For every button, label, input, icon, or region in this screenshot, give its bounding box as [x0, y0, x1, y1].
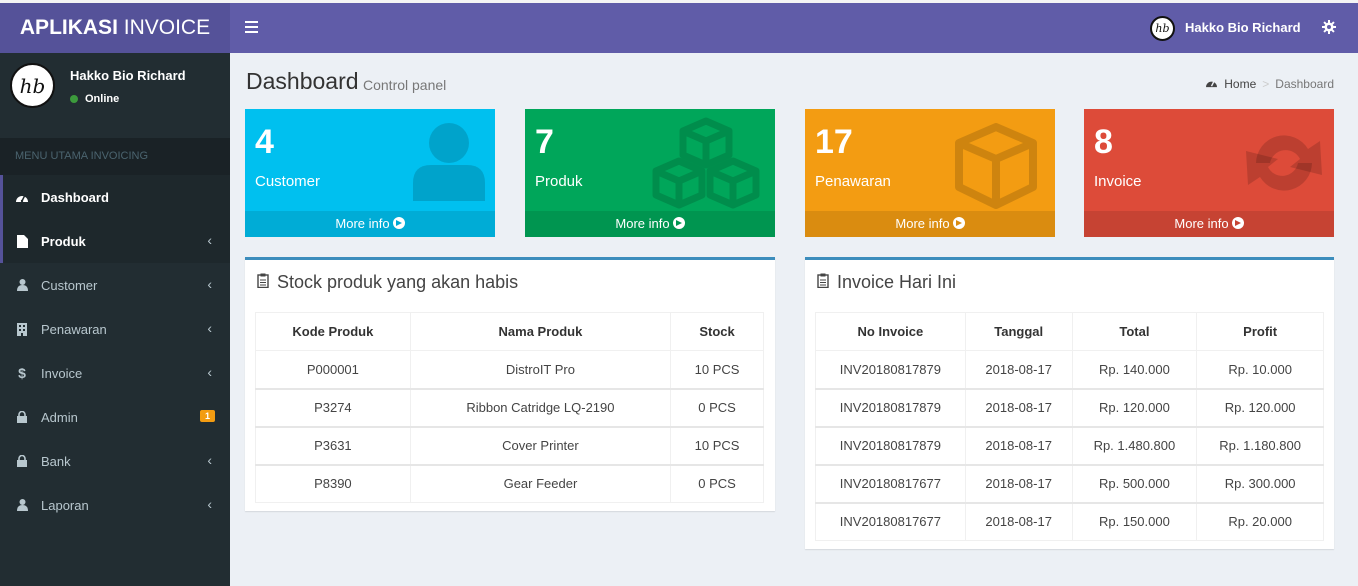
chevron-left-icon: ‹	[207, 232, 212, 248]
table-header[interactable]: No Invoice	[815, 312, 966, 351]
stat-box-invoice: 8 Invoice More info	[1084, 109, 1334, 237]
invoice-panel: Invoice Hari Ini No Invoice Tanggal Tota…	[805, 257, 1334, 549]
sidebar-item-produk[interactable]: Produk ‹	[0, 219, 230, 263]
sidebar-item-laporan[interactable]: Laporan ‹	[0, 483, 230, 527]
more-info-link[interactable]: More info	[245, 211, 495, 237]
table-row: INV20180817677 2018-08-17 Rp. 150.000 Rp. 2…	[815, 501, 1324, 541]
sidebar-item-admin[interactable]: Admin 1	[0, 395, 230, 439]
table-row: INV20180817879 2018-08-17 Rp. 140.000 Rp. 1…	[815, 350, 1324, 389]
clipboard-icon	[817, 272, 829, 293]
breadcrumb-home[interactable]: Home	[1224, 77, 1256, 91]
arrow-circle-right-icon	[1231, 217, 1244, 229]
dashboard-icon	[3, 191, 41, 203]
arrow-circle-right-icon	[392, 217, 405, 229]
table-row: P3631 Cover Printer 10 PCS	[255, 425, 764, 465]
chevron-left-icon: ‹	[207, 276, 212, 292]
file-icon	[3, 234, 41, 248]
stock-panel: Stock produk yang akan habis Kode Produk…	[245, 257, 775, 511]
sidebar-item-dashboard[interactable]: Dashboard	[0, 175, 230, 219]
arrow-circle-right-icon	[672, 217, 685, 229]
user-icon	[3, 499, 41, 511]
table-header[interactable]: Stock	[670, 312, 764, 351]
online-dot-icon	[70, 95, 78, 103]
user-name: Hakko Bio Richard	[70, 68, 186, 83]
breadcrumb: Home > Dashboard	[1205, 77, 1334, 91]
more-info-link[interactable]: More info	[525, 211, 775, 237]
sidebar-item-bank[interactable]: Bank ‹	[0, 439, 230, 483]
more-info-link[interactable]: More info	[805, 211, 1055, 237]
cubes-icon	[651, 117, 761, 212]
table-header[interactable]: Nama Produk	[409, 312, 672, 351]
stat-value: 8	[1094, 123, 1113, 161]
chevron-left-icon: ‹	[207, 364, 212, 380]
table-row: P000001 DistroIT Pro 10 PCS	[255, 350, 764, 389]
user-icon	[413, 121, 485, 204]
table-row: INV20180817677 2018-08-17 Rp. 500.000 Rp. 3…	[815, 463, 1324, 503]
page-title: Dashboard	[246, 68, 359, 94]
panel-title: Invoice Hari Ini	[817, 272, 956, 293]
page-subtitle: Control panel	[363, 77, 447, 93]
app-logo[interactable]: APLIKASI INVOICE	[0, 3, 230, 53]
user-panel: hb Hakko Bio Richard Online	[0, 53, 230, 138]
stat-label: Customer	[255, 173, 321, 190]
arrow-circle-right-icon	[952, 217, 965, 229]
invoice-table: No Invoice Tanggal Total Profit INV20180…	[815, 312, 1324, 541]
clipboard-icon	[257, 272, 269, 293]
table-row: INV20180817879 2018-08-17 Rp. 1.480.800 Rp.…	[815, 425, 1324, 465]
table-header[interactable]: Kode Produk	[255, 312, 411, 351]
stat-label: Penawaran	[815, 173, 891, 190]
stat-value: 17	[815, 123, 853, 161]
cube-icon	[955, 123, 1037, 212]
menu-header: MENU UTAMA INVOICING	[0, 138, 230, 175]
admin-badge: 1	[199, 410, 215, 422]
refresh-icon	[1236, 123, 1332, 206]
table-header[interactable]: Profit	[1196, 312, 1324, 351]
stat-label: Invoice	[1094, 173, 1142, 190]
chevron-left-icon: ‹	[207, 452, 212, 468]
user-status[interactable]: Online	[70, 93, 119, 105]
chevron-left-icon: ‹	[207, 496, 212, 512]
sidebar-item-penawaran[interactable]: Penawaran ‹	[0, 307, 230, 351]
breadcrumb-current: Dashboard	[1275, 77, 1334, 91]
navbar-user-name[interactable]: Hakko Bio Richard	[1185, 20, 1301, 35]
stock-table: Kode Produk Nama Produk Stock P000001 Dis…	[255, 312, 764, 503]
sidebar: hb Hakko Bio Richard Online MENU UTAMA I…	[0, 53, 230, 586]
stat-value: 7	[535, 123, 554, 161]
lock-icon	[3, 455, 41, 467]
table-header[interactable]: Tanggal	[964, 312, 1073, 351]
avatar: hb	[10, 63, 55, 108]
hamburger-menu-icon[interactable]	[245, 21, 258, 36]
table-row: P8390 Gear Feeder 0 PCS	[255, 463, 764, 503]
stat-box-customer: 4 Customer More info	[245, 109, 495, 237]
panel-title: Stock produk yang akan habis	[257, 272, 518, 293]
avatar[interactable]: hb	[1150, 16, 1175, 41]
top-navbar: hb Hakko Bio Richard	[230, 3, 1358, 53]
stat-box-penawaran: 17 Penawaran More info	[805, 109, 1055, 237]
sidebar-item-customer[interactable]: Customer ‹	[0, 263, 230, 307]
user-icon	[3, 279, 41, 291]
table-header[interactable]: Total	[1071, 312, 1198, 351]
table-row: P3274 Ribbon Catridge LQ-2190 0 PCS	[255, 387, 764, 427]
chevron-left-icon: ‹	[207, 320, 212, 336]
dashboard-icon	[1205, 77, 1218, 91]
table-row: INV20180817879 2018-08-17 Rp. 120.000 Rp. 1…	[815, 387, 1324, 427]
stat-value: 4	[255, 123, 274, 161]
more-info-link[interactable]: More info	[1084, 211, 1334, 237]
dollar-icon: $	[18, 365, 26, 381]
gear-icon[interactable]	[1322, 20, 1336, 37]
stat-label: Produk	[535, 173, 583, 190]
breadcrumb-separator: >	[1262, 77, 1270, 91]
building-icon	[3, 322, 41, 336]
lock-icon	[3, 411, 41, 423]
stat-box-produk: 7 Produk More info	[525, 109, 775, 237]
sidebar-item-invoice[interactable]: $ Invoice ‹	[0, 351, 230, 395]
